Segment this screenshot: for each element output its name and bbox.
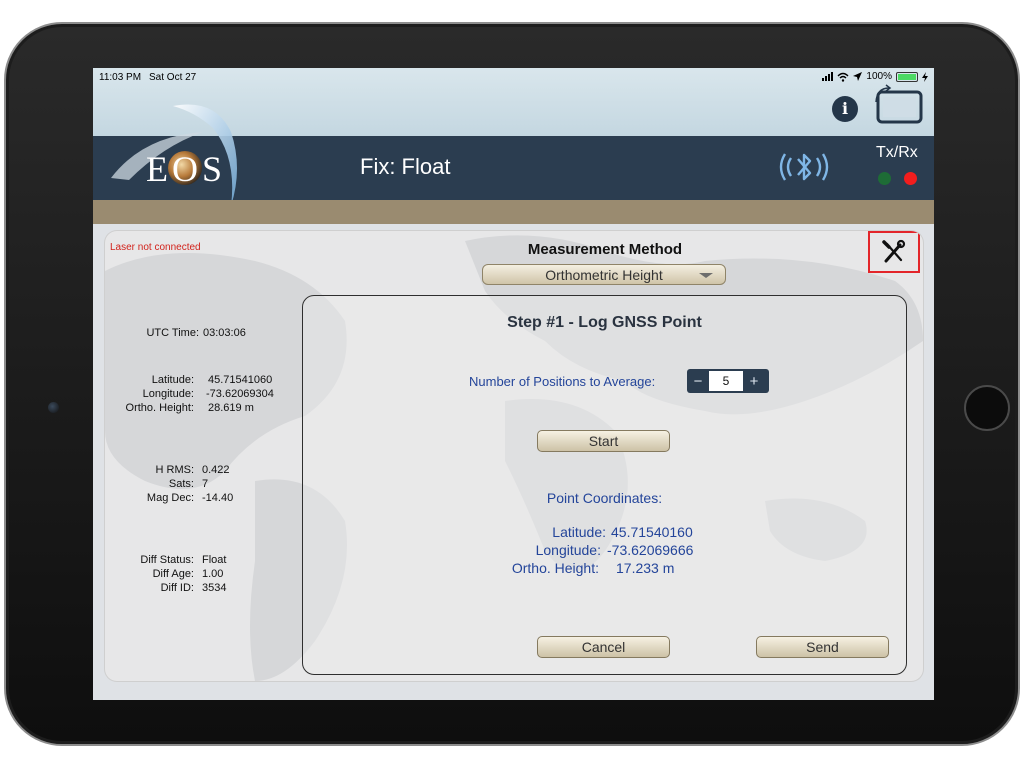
laser-status: Laser not connected — [110, 242, 201, 253]
hrms-value: 0.422 — [202, 464, 230, 476]
wifi-icon — [837, 72, 849, 82]
positions-average-field[interactable]: 5 — [709, 371, 743, 391]
eos-logo-text: EOS — [146, 149, 227, 189]
diff-status-readout: Diff Status: Float — [105, 554, 311, 568]
status-date: Sat Oct 27 — [149, 72, 197, 83]
tools-icon — [882, 239, 906, 263]
measurement-method-value: Orthometric Height — [545, 267, 663, 283]
point-longitude-row: Longitude: -73.62069666 — [303, 542, 694, 560]
diff-id-value: 3534 — [202, 582, 227, 594]
rotate-device-icon[interactable] — [873, 84, 923, 126]
measurement-method-select[interactable]: Orthometric Height — [482, 264, 726, 285]
diff-age-value: 1.00 — [202, 568, 224, 580]
cancel-button[interactable]: Cancel — [537, 636, 670, 658]
longitude-value: -73.62069304 — [206, 388, 274, 400]
battery-icon — [896, 71, 918, 82]
positions-average-label: Number of Positions to Average: — [469, 374, 656, 389]
diff-age-readout: Diff Age: 1.00 — [105, 568, 311, 582]
point-latitude-row: Latitude: 45.71540160 — [303, 524, 692, 542]
charging-icon — [922, 71, 928, 82]
utc-readout: UTC Time: 03:03:06 — [105, 327, 311, 341]
home-button[interactable] — [964, 385, 1010, 431]
info-button[interactable]: i — [832, 96, 858, 122]
chevron-down-icon — [699, 273, 713, 278]
cellular-signal-icon — [822, 72, 834, 81]
hrms-readout: H RMS: 0.422 — [105, 464, 311, 478]
start-button[interactable]: Start — [537, 430, 670, 452]
diff-status-label: Diff Status: — [140, 554, 194, 566]
point-longitude-value: -73.62069666 — [607, 542, 694, 558]
sats-readout: Sats: 7 — [105, 478, 311, 492]
measurement-method-title: Measurement Method — [527, 241, 683, 258]
point-ortho-height-label: Ortho. Height: — [511, 560, 599, 576]
step-title: Step #1 - Log GNSS Point — [507, 314, 702, 331]
sats-label: Sats: — [168, 478, 194, 490]
mag-dec-value: -14.40 — [202, 492, 234, 504]
txrx-label: Tx/Rx — [876, 144, 918, 161]
tx-indicator — [878, 172, 891, 185]
header-divider-band — [93, 200, 934, 224]
front-camera — [48, 402, 59, 413]
gnss-step-box: Step #1 - Log GNSS Point Number of Posit… — [302, 295, 907, 675]
utc-value: 03:03:06 — [203, 327, 246, 339]
rx-indicator — [904, 172, 917, 185]
mag-dec-label: Mag Dec: — [146, 492, 194, 504]
ortho-height-label: Ortho. Height: — [125, 402, 194, 414]
positions-average-stepper: − 5 + — [687, 369, 769, 393]
diff-status-value: Float — [202, 554, 227, 566]
send-button[interactable]: Send — [756, 636, 889, 658]
point-longitude-label: Longitude: — [535, 542, 601, 558]
ortho-height-value: 28.619 m — [208, 402, 254, 414]
hrms-label: H RMS: — [155, 464, 195, 476]
bluetooth-icon[interactable] — [779, 150, 829, 184]
diff-age-label: Diff Age: — [152, 568, 194, 580]
tools-button[interactable] — [868, 231, 920, 273]
mag-dec-readout: Mag Dec: -14.40 — [105, 492, 311, 506]
diff-id-readout: Diff ID: 3534 — [105, 582, 311, 596]
stepper-decrement-button[interactable]: − — [687, 373, 709, 390]
battery-percent: 100% — [866, 71, 892, 82]
status-indicators: 100% — [822, 71, 928, 82]
diff-id-label: Diff ID: — [160, 582, 194, 594]
location-arrow-icon — [853, 72, 863, 81]
point-ortho-height-row: Ortho. Height: 17.233 m — [303, 560, 675, 578]
info-icon: i — [841, 99, 849, 118]
point-latitude-label: Latitude: — [552, 524, 606, 540]
point-ortho-height-value: 17.233 m — [616, 560, 675, 576]
longitude-label: Longitude: — [142, 388, 194, 400]
stepper-increment-button[interactable]: + — [743, 373, 765, 390]
ortho-height-readout: Ortho. Height: 28.619 m — [105, 402, 311, 416]
latitude-value: 45.71541060 — [208, 374, 273, 386]
status-time: 11:03 PM — [99, 72, 142, 83]
longitude-readout: Longitude: -73.62069304 — [105, 388, 311, 402]
point-latitude-value: 45.71540160 — [611, 524, 693, 540]
latitude-readout: Latitude: 45.71541060 — [105, 374, 311, 388]
point-coordinates-title: Point Coordinates: — [546, 490, 663, 506]
utc-label: UTC Time: — [146, 327, 199, 339]
latitude-label: Latitude: — [151, 374, 194, 386]
app-screen: 11:03 PM Sat Oct 27 100% i EOS Fix: Floa… — [93, 68, 934, 700]
fix-status: Fix: Float — [360, 154, 451, 179]
sats-value: 7 — [202, 478, 209, 490]
measurement-panel: Laser not connected Measurement Method O… — [105, 231, 923, 681]
